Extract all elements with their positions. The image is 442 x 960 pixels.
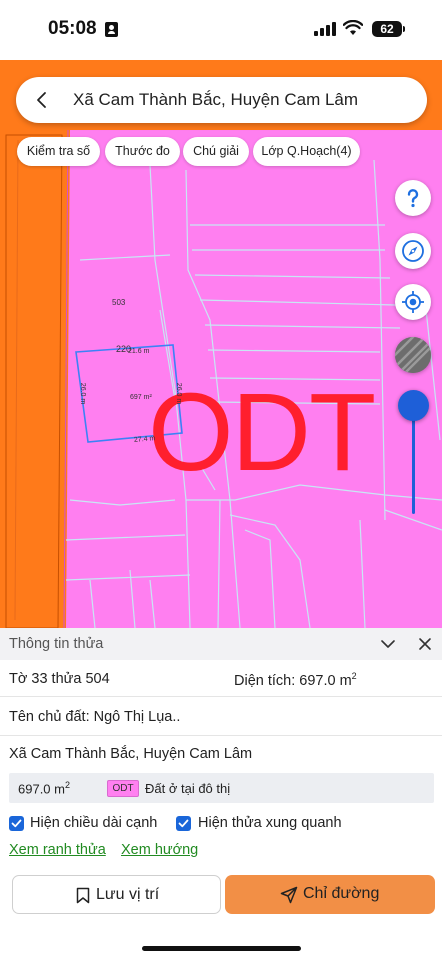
edge-length-top: 21.6 m: [128, 348, 150, 355]
show-neighbors-checkbox[interactable]: [176, 816, 191, 831]
battery-icon: 62: [372, 21, 405, 37]
legend-chip[interactable]: Chú giải: [183, 137, 249, 166]
parcel-reference: Tờ 33 thửa 504: [9, 671, 110, 687]
back-arrow-icon[interactable]: [32, 90, 52, 110]
directions-label: Chỉ đường: [303, 885, 380, 902]
edge-length-right: 26.0 m: [175, 382, 183, 405]
neighbor-parcel-number: 503: [112, 298, 126, 307]
owner-name: Tên chủ đất: Ngô Thị Lụa..: [9, 709, 181, 725]
location-title: Xã Cam Thành Bắc, Huyện Cam Lâm: [73, 90, 359, 109]
show-neighbors-label[interactable]: Hiện thửa xung quanh: [198, 815, 342, 831]
sheet-title: Thông tin thửa: [9, 636, 104, 652]
save-location-label: Lưu vị trí: [96, 886, 160, 903]
parcel-address: Xã Cam Thành Bắc, Huyện Cam Lâm: [9, 746, 253, 762]
save-location-button[interactable]: Lưu vị trí: [12, 875, 221, 914]
land-code-badge: ODT: [107, 780, 139, 797]
parcel-area-label: 697 m²: [130, 394, 152, 401]
directions-button[interactable]: Chỉ đường: [225, 875, 435, 914]
show-edge-length-label[interactable]: Hiện chiều dài cạnh: [30, 815, 157, 831]
sheet-header: Thông tin thửa: [0, 628, 442, 660]
compass-icon: [402, 240, 424, 262]
help-icon: [407, 189, 419, 208]
my-location-button[interactable]: [395, 284, 431, 320]
home-indicator: [142, 946, 301, 951]
send-arrow-icon: [280, 886, 298, 904]
status-time: 05:08: [48, 18, 97, 39]
opacity-slider-track[interactable]: [412, 408, 415, 514]
status-bar: 05:08 62: [0, 0, 442, 60]
land-use-summary: 697.0 m2 ODT Đất ở tại đô thị: [9, 773, 434, 803]
help-button[interactable]: [395, 180, 431, 216]
satellite-layer-button[interactable]: [395, 337, 431, 373]
view-direction-link[interactable]: Xem hướng: [121, 842, 198, 858]
locate-icon: [402, 291, 424, 313]
location-search-bar[interactable]: Xã Cam Thành Bắc, Huyện Cam Lâm: [16, 77, 427, 123]
contact-card-icon: [105, 22, 118, 37]
chevron-down-icon[interactable]: [380, 637, 396, 651]
planning-layer-chip[interactable]: Lớp Q.Hoạch(4): [253, 137, 360, 166]
bookmark-icon: [76, 887, 90, 904]
view-boundary-link[interactable]: Xem ranh thửa: [9, 842, 106, 858]
map-view[interactable]: 503 220 21.6 m 26.0 m 26.0 m 27.4 m 697 …: [0, 60, 442, 628]
parcel-ref-row: Tờ 33 thửa 504 Diện tích: 697.0 m2: [0, 660, 442, 697]
land-use-type: Đất ở tại đô thị: [145, 781, 231, 796]
check-number-chip[interactable]: Kiểm tra số: [17, 137, 100, 166]
cellular-signal-icon: [314, 22, 336, 36]
close-icon[interactable]: [418, 637, 432, 651]
wifi-icon: [343, 20, 363, 35]
show-edge-length-checkbox[interactable]: [9, 816, 24, 831]
compass-button[interactable]: [395, 233, 431, 269]
satellite-layer-icon: [395, 337, 431, 373]
parcel-area: Diện tích: 697.0 m2: [234, 671, 357, 689]
checkmark-icon: [11, 819, 22, 828]
land-area-value: 697.0 m2: [18, 780, 70, 797]
edge-length-left: 26.0 m: [79, 382, 87, 405]
parcel-info-sheet: Thông tin thửa Tờ 33 thửa 504 Diện tích:…: [0, 628, 442, 960]
ruler-chip[interactable]: Thước đo: [105, 137, 180, 166]
checkmark-icon: [178, 819, 189, 828]
owner-row: Tên chủ đất: Ngô Thị Lụa..: [0, 697, 442, 736]
opacity-slider-handle[interactable]: [398, 390, 429, 421]
